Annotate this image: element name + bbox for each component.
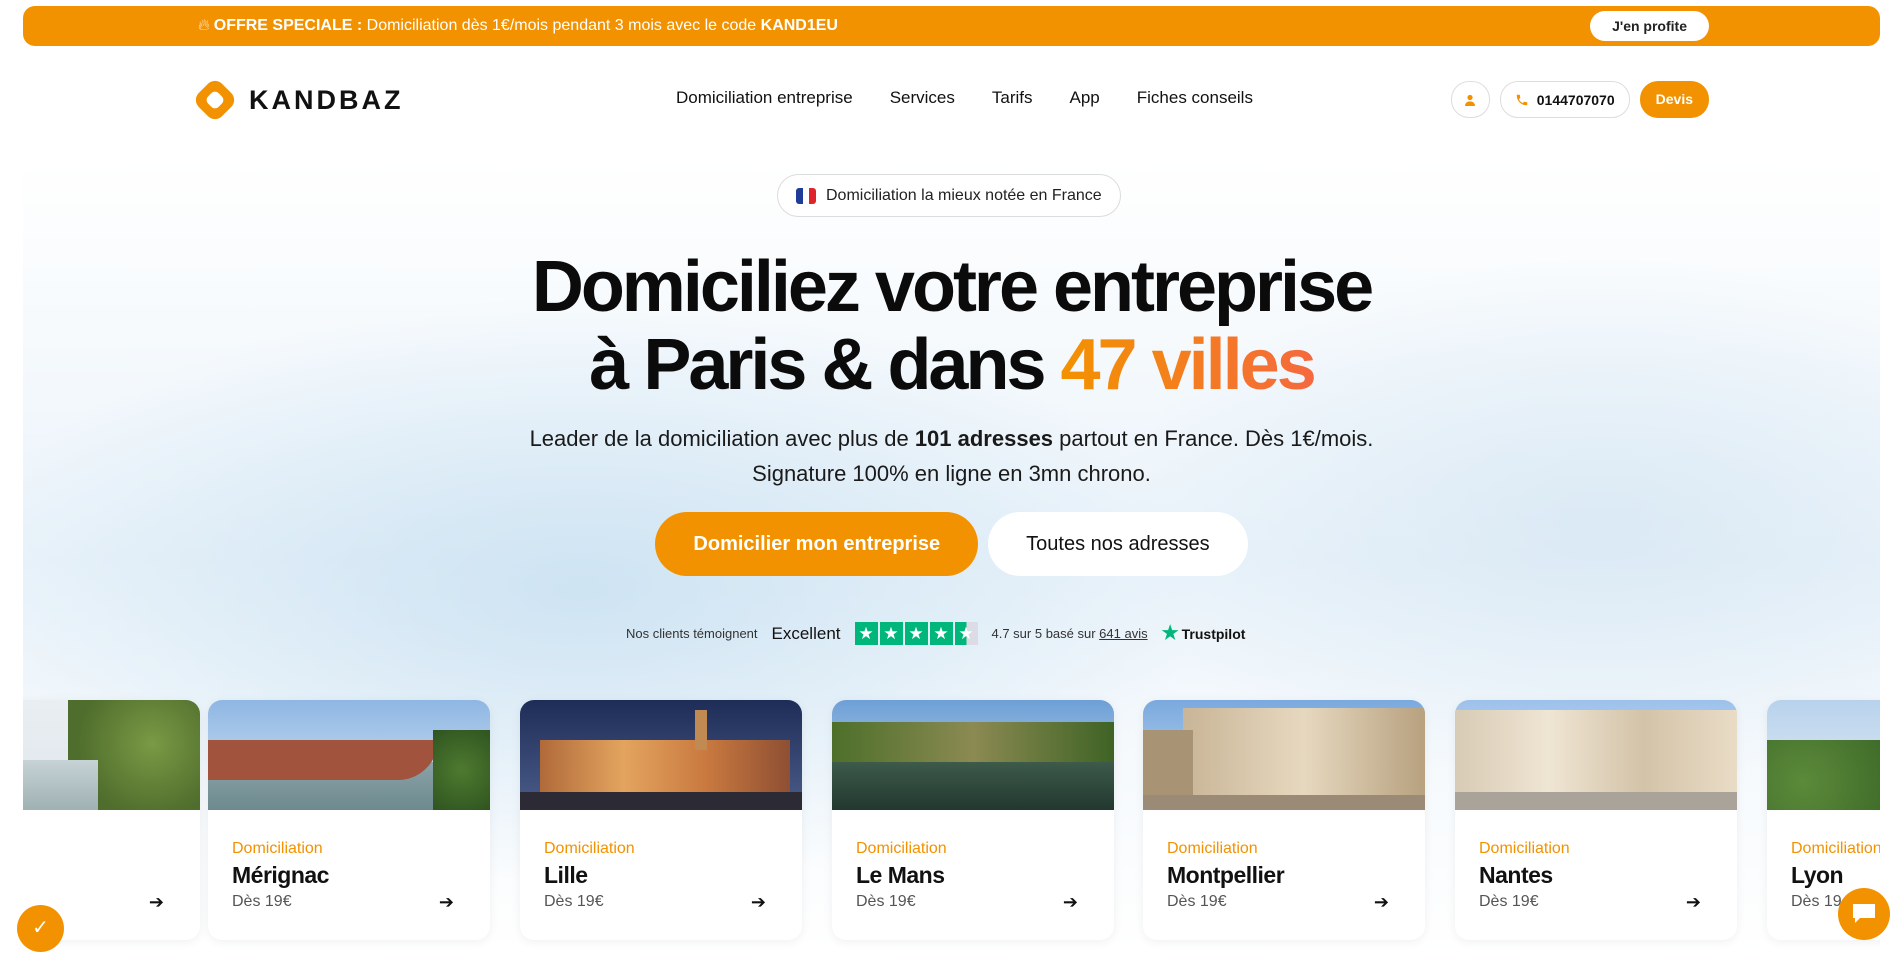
arrow-right-icon[interactable]: ➔ <box>1374 892 1389 913</box>
star-icon: ★ <box>904 622 928 645</box>
card-city: Nantes <box>1479 862 1553 888</box>
reviews-link[interactable]: 641 avis <box>1099 626 1147 641</box>
card-price: Dès 19€ <box>1167 893 1227 910</box>
card-city: Lille <box>544 862 588 888</box>
nav-item-fiches-conseils[interactable]: Fiches conseils <box>1137 88 1253 108</box>
logo-icon <box>191 76 239 124</box>
all-addresses-button[interactable]: Toutes nos adresses <box>988 512 1248 576</box>
card-label: Domiciliation <box>1167 840 1258 857</box>
city-carousel: ➔ Domiciliation Mérignac Dès 19€ ➔ Domic… <box>23 700 1880 940</box>
city-card-montpellier[interactable]: Domiciliation Montpellier Dès 19€ ➔ <box>1143 700 1425 940</box>
card-price: Dès 19€ <box>856 893 916 910</box>
page-frame: 🔥︎ OFFRE SPECIALE : Domiciliation dès 1€/… <box>23 0 1880 954</box>
star-half-icon: ★ <box>954 622 978 645</box>
arrow-right-icon: ➔ <box>148 892 164 912</box>
promo-label: OFFRE SPECIALE : <box>213 17 363 34</box>
city-card-nantes[interactable]: Domiciliation Nantes Dès 19€ ➔ <box>1455 700 1737 940</box>
hero-cta-row: Domicilier mon entreprise Toutes nos adr… <box>23 512 1880 576</box>
hero-title-line2: à Paris & dans <box>589 325 1061 405</box>
phone-icon <box>1516 94 1528 105</box>
promo-message: Domiciliation dès 1€/mois pendant 3 mois… <box>362 17 761 34</box>
account-button[interactable] <box>1450 81 1490 118</box>
city-card-merignac[interactable]: Domiciliation Mérignac Dès 19€ ➔ <box>208 700 490 940</box>
card-city: Mérignac <box>232 862 329 888</box>
promo-code: KAND1EU <box>760 17 838 34</box>
hero-title-line1: Domiciliez votre entreprise <box>531 247 1374 327</box>
chat-bubble-icon <box>1853 904 1875 923</box>
arrow-right-icon[interactable]: ➔ <box>439 892 454 913</box>
city-card[interactable]: ➔ <box>23 700 200 940</box>
main-nav: Domiciliation entreprise Services Tarifs… <box>676 88 1253 108</box>
arrow-right-icon[interactable]: ➔ <box>1063 892 1078 913</box>
trustpilot-star-icon: ★ <box>1161 623 1179 644</box>
hero-subtitle-line2: Signature 100% en ligne en 3mn chrono. <box>752 461 1151 486</box>
domicilier-button[interactable]: Domicilier mon entreprise <box>655 512 979 576</box>
city-photo <box>1767 700 1880 810</box>
trustpilot-widget: Nos clients témoignent Excellent ★ ★ ★ ★… <box>626 622 1245 645</box>
user-icon <box>1465 94 1476 106</box>
promo-text: 🔥︎ OFFRE SPECIALE : Domiciliation dès 1€/… <box>198 17 838 35</box>
brand-logo[interactable]: KANDBAZ <box>191 76 404 124</box>
city-photo <box>208 700 490 810</box>
cookie-consent-icon[interactable]: ✓ <box>17 905 64 952</box>
trustpilot-logo[interactable]: ★ Trustpilot <box>1162 622 1246 645</box>
card-label: Domiciliation <box>544 840 635 857</box>
star-icon: ★ <box>929 622 953 645</box>
city-card-lille[interactable]: Domiciliation Lille Dès 19€ ➔ <box>520 700 802 940</box>
hero-title-accent: 47 villes <box>1060 325 1317 405</box>
nav-item-tarifs[interactable]: Tarifs <box>992 88 1033 108</box>
city-photo <box>832 700 1114 810</box>
rating-badge: Domiciliation la mieux notée en France <box>777 174 1121 217</box>
arrow-right-icon[interactable]: ➔ <box>1686 892 1701 913</box>
nav-item-services[interactable]: Services <box>890 88 955 108</box>
card-label: Domiciliation <box>856 840 947 857</box>
city-photo <box>520 700 802 810</box>
phone-button[interactable]: 0144707070 <box>1499 81 1630 118</box>
card-price: Dès 19 <box>1791 893 1842 910</box>
city-card-le-mans[interactable]: Domiciliation Le Mans Dès 19€ ➔ <box>832 700 1114 940</box>
city-photo <box>1143 700 1425 810</box>
brand-name: KANDBAZ <box>249 84 404 115</box>
fire-icon: 🔥︎ <box>198 17 210 34</box>
nav-item-domiciliation[interactable]: Domiciliation entreprise <box>676 88 853 108</box>
hero-title: Domiciliez votre entreprise à Paris & da… <box>23 248 1880 404</box>
card-city: Lyon <box>1791 862 1844 888</box>
star-icon: ★ <box>879 622 903 645</box>
card-city: Montpellier <box>1167 862 1285 888</box>
card-label: Domiciliation <box>1479 840 1570 857</box>
hero-subtitle-part1: Leader de la domiciliation avec plus de <box>529 426 915 451</box>
france-flag-icon <box>796 187 816 204</box>
header-actions: 0144707070 Devis <box>1450 81 1709 118</box>
nav-item-app[interactable]: App <box>1070 88 1100 108</box>
chat-icon[interactable] <box>1838 888 1890 940</box>
card-price: Dès 19€ <box>544 893 604 910</box>
trust-intro: Nos clients témoignent <box>626 626 758 641</box>
trust-rating-word: Excellent <box>771 623 841 643</box>
card-label: Domiciliation <box>1791 840 1880 857</box>
card-price: Dès 19€ <box>232 893 292 910</box>
rating-stars: ★ ★ ★ ★ ★ <box>854 622 978 645</box>
hero-subtitle: Leader de la domiciliation avec plus de … <box>23 421 1880 491</box>
trust-score-text: 4.7 sur 5 basé sur <box>991 626 1100 641</box>
city-photo <box>1455 700 1737 810</box>
promo-cta-button[interactable]: J'en profite <box>1590 11 1709 41</box>
card-price: Dès 19€ <box>1479 893 1539 910</box>
card-city: Le Mans <box>856 862 945 888</box>
badge-text: Domiciliation la mieux notée en France <box>826 186 1102 204</box>
card-label: Domiciliation <box>232 840 323 857</box>
arrow-right-icon[interactable]: ➔ <box>751 892 766 913</box>
trustpilot-name: Trustpilot <box>1181 625 1246 642</box>
promo-banner: 🔥︎ OFFRE SPECIALE : Domiciliation dès 1€/… <box>23 6 1880 46</box>
hero-subtitle-part2: partout en France. Dès 1€/mois. <box>1053 426 1374 451</box>
trust-score: 4.7 sur 5 basé sur 641 avis <box>992 626 1148 641</box>
phone-number: 0144707070 <box>1536 91 1615 108</box>
devis-button[interactable]: Devis <box>1639 81 1709 118</box>
city-photo <box>23 700 200 810</box>
star-icon: ★ <box>854 622 878 645</box>
hero-subtitle-bold: 101 adresses <box>914 426 1054 451</box>
